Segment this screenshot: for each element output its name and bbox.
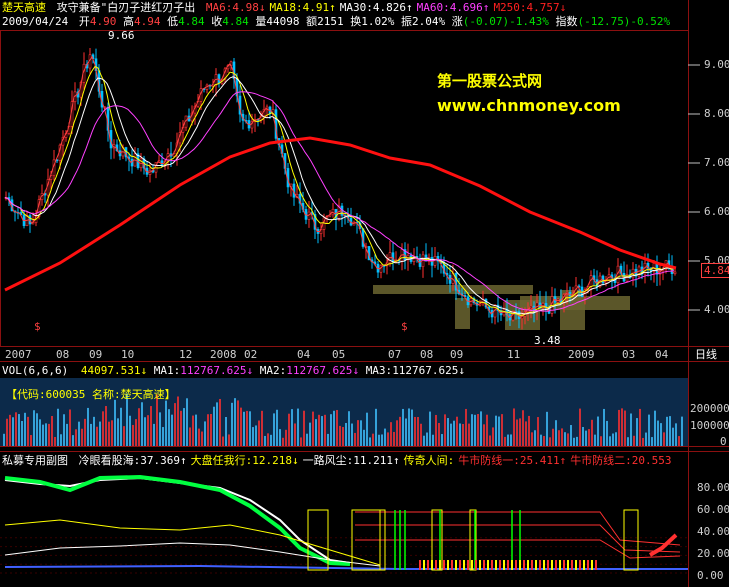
turnover-label: 换 — [350, 15, 362, 28]
time-axis: 2007 08 09 10 12 2008 02 04 05 07 08 09 11 2009 03 04 — [0, 348, 700, 361]
sub-tick: 80.00 — [697, 481, 729, 494]
candle-body — [673, 271, 677, 274]
ma1-value: 112767.625 — [180, 364, 247, 377]
time-axis-label: 04 — [655, 348, 669, 361]
current-price-tag: 4.84 — [701, 263, 729, 278]
high-label: 高 — [122, 15, 134, 28]
time-axis-label: 09 — [450, 348, 464, 361]
subchart-title: 私募专用副图 — [2, 454, 68, 467]
time-axis-label: 11 — [507, 348, 521, 361]
ma-legend-item: MA30:4.826↑ — [339, 1, 413, 14]
subchart-legend-item: 牛市防线一:25.411↑ — [458, 454, 567, 467]
time-axis-label: 04 — [297, 348, 311, 361]
vol-value: 44098 — [266, 15, 300, 28]
volume-header: VOL(6,6,6) 44097.531↓ MA1:112767.625↓ MA… — [2, 364, 466, 377]
stock-chart-window: 楚天高速 攻守兼备"白刃子进红刃子出 MA6:4.98↓ MA18:4.91↑ MA… — [0, 0, 729, 587]
sub-tick: 20.00 — [697, 547, 729, 560]
low-label: 低 — [167, 15, 179, 28]
sub-tick: 60.00 — [697, 503, 729, 516]
stock-name: 楚天高速 — [2, 1, 46, 14]
low-price-marker: 3.48 — [534, 334, 561, 347]
price-tick: 9.00 — [704, 58, 729, 71]
time-axis-label: 02 — [244, 348, 258, 361]
change-label: 涨 — [451, 15, 463, 28]
price-tick: 4.00 — [704, 303, 729, 316]
open-value: 4.90 — [89, 15, 117, 28]
amplitude-label: 振 — [400, 15, 412, 28]
time-axis-label: 05 — [332, 348, 346, 361]
subchart-legend-item: 冷眼看股海:37.369↑ — [78, 454, 187, 467]
ma250-line — [4, 136, 677, 292]
subchart-legend-item: 传奇人间: — [403, 454, 455, 467]
ma3-value: 112767.625 — [392, 364, 459, 377]
index-value: (-12.75)-0.52% — [577, 15, 671, 28]
close-value: 4.84 — [222, 15, 249, 28]
subchart-legend-item: 牛市防线二:20.553 — [570, 454, 672, 467]
time-axis-label: 07 — [388, 348, 402, 361]
ma1-label: MA1: — [153, 364, 181, 377]
dollar-marker: $ — [401, 320, 408, 333]
ma-legend: MA6:4.98↓ MA18:4.91↑ MA30:4.826↑ MA60:4.696… — [202, 1, 566, 14]
amount-label: 额 — [306, 15, 318, 28]
sub-line-red-2 — [355, 524, 681, 553]
ma-legend-item: MA60:4.696↑ — [416, 1, 490, 14]
price-tick: 7.00 — [704, 156, 729, 169]
volume-tick: 100000 — [690, 419, 729, 432]
ma2-label: MA2: — [259, 364, 287, 377]
subchart-legend-item: 大盘任我行:12.218↓ — [190, 454, 299, 467]
time-axis-label: 2007 — [5, 348, 32, 361]
time-axis-label: 12 — [179, 348, 193, 361]
volume-tick: 200000 — [690, 402, 729, 415]
sub-signal-box — [623, 509, 639, 571]
price-tick: 6.00 — [704, 205, 729, 218]
sub-tick: 0.00 — [697, 569, 724, 582]
volume-info: 【代码:600035 名称:楚天高速】 — [6, 388, 176, 401]
header-row: 楚天高速 攻守兼备"白刃子进红刃子出 MA6:4.98↓ MA18:4.91↑ MA… — [2, 1, 566, 14]
quote-row: 2009/04/24 开4.90 高4.94 低4.84 收4.84 量4409… — [2, 15, 670, 28]
watermark-title: 第一股票公式网 — [437, 72, 543, 90]
sub-tick: 40.00 — [697, 525, 729, 538]
ma-legend-item: MA6:4.98↓ — [205, 1, 266, 14]
watermark-url: www.chnmoney.com — [437, 96, 621, 115]
dollar-marker: $ — [34, 320, 41, 333]
ma-legend-item: M250:4.757↓ — [493, 1, 567, 14]
time-axis-label: 03 — [622, 348, 636, 361]
sub-line-blue — [4, 564, 688, 570]
chart-canvas[interactable] — [0, 0, 729, 587]
close-label: 收 — [211, 15, 223, 28]
low-value: 4.84 — [178, 15, 205, 28]
index-label: 指数 — [555, 15, 578, 28]
subchart-legend-item: 一路风尘:11.211↑ — [302, 454, 400, 467]
volume-tick: 0 — [720, 435, 727, 448]
time-axis-label: 08 — [420, 348, 434, 361]
volume-indicator-name: VOL(6,6,6) — [2, 364, 69, 377]
turnover-value: 1.02% — [361, 15, 395, 28]
volume-value: 44097.531 — [80, 364, 141, 377]
time-axis-label: 09 — [89, 348, 103, 361]
ma-legend-item: MA18:4.91↑ — [269, 1, 336, 14]
time-axis-label: 08 — [56, 348, 70, 361]
change-value: (-0.07)-1.43% — [462, 15, 549, 28]
open-label: 开 — [78, 15, 90, 28]
quote-date: 2009/04/24 — [2, 15, 69, 28]
period-label[interactable]: 日线 — [695, 348, 717, 361]
amplitude-value: 2.04% — [411, 15, 446, 28]
ma2-value: 112767.625 — [286, 364, 353, 377]
amount-value: 2151 — [317, 15, 344, 28]
high-price-marker: 9.66 — [108, 29, 135, 42]
time-axis-label: 10 — [121, 348, 135, 361]
high-value: 4.94 — [133, 15, 161, 28]
strategy-label: 攻守兼备"白刃子进红刃子出 — [56, 1, 196, 14]
price-tick: 8.00 — [704, 107, 729, 120]
vol-label: 量 — [255, 15, 267, 28]
time-axis-label: 2009 — [568, 348, 595, 361]
ma3-label: MA3: — [365, 364, 393, 377]
subchart-header: 私募专用副图 冷眼看股海:37.369↑ 大盘任我行:12.218↓ 一路风尘:11… — [2, 454, 672, 467]
time-axis-label: 2008 — [210, 348, 237, 361]
